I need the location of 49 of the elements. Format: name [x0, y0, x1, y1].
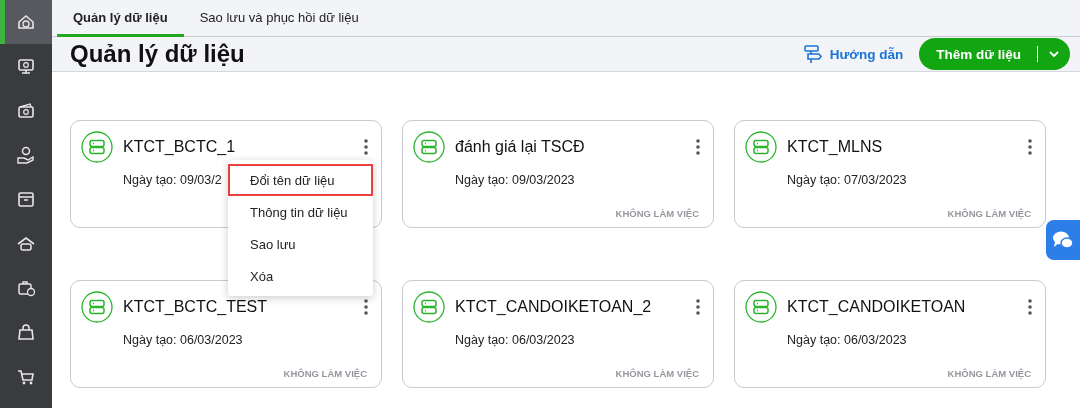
wallet-icon	[16, 100, 36, 121]
data-name: KTCT_MLNS	[787, 138, 884, 156]
created-date: Ngày tạo: 09/03/2023	[455, 173, 575, 187]
bag-icon	[16, 322, 36, 343]
monitor-icon	[16, 56, 36, 77]
menu-item[interactable]: Đổi tên dữ liệu	[228, 164, 373, 196]
data-name: KTCT_BCTC_1	[123, 138, 237, 156]
status-label: KHÔNG LÀM VIỆC	[947, 208, 1031, 219]
menu-item[interactable]: Sao lưu	[228, 228, 373, 260]
database-icon	[413, 291, 445, 323]
data-card[interactable]: KTCT_CANDOIKETOAN Ngày tạo: 06/03/2023 KHÔNG LÀM VIỆC	[734, 280, 1046, 388]
data-card[interactable]: đánh giá lại TSCĐ Ngày tạo: 09/03/2023 KHÔNG LÀM VIỆC	[402, 120, 714, 228]
data-name: KTCT_BCTC_TEST	[123, 298, 268, 316]
status-label: KHÔNG LÀM VIỆC	[615, 368, 699, 379]
more-icon[interactable]	[363, 138, 369, 156]
guide-link[interactable]: Hướng dẫn	[829, 46, 904, 62]
database-icon	[81, 291, 113, 323]
chat-button[interactable]	[1046, 220, 1080, 260]
more-icon[interactable]	[1027, 138, 1033, 156]
data-name: đánh giá lại TSCĐ	[455, 138, 586, 156]
more-icon[interactable]	[695, 138, 701, 156]
chat-icon	[1051, 229, 1075, 251]
data-name: KTCT_CANDOIKETOAN	[787, 298, 967, 316]
status-label: KHÔNG LÀM VIỆC	[283, 368, 367, 379]
more-icon[interactable]	[363, 298, 369, 316]
archive-icon	[16, 189, 36, 210]
chevron-down-icon	[1048, 48, 1060, 60]
tab[interactable]: Sao lưu và phục hồi dữ liệu	[183, 0, 375, 37]
status-label: KHÔNG LÀM VIỆC	[947, 368, 1031, 379]
created-date: Ngày tạo: 06/03/2023	[787, 333, 907, 347]
signpost-icon	[801, 43, 824, 65]
created-date: Ngày tạo: 07/03/2023	[787, 173, 907, 187]
database-icon	[745, 291, 777, 323]
page-title: Quản lý dữ liệu	[70, 40, 245, 68]
more-icon[interactable]	[1027, 298, 1033, 316]
menu-item[interactable]: Thông tin dữ liệu	[228, 196, 373, 228]
created-date: Ngày tạo: 06/03/2023	[455, 333, 575, 347]
database-icon	[413, 131, 445, 163]
database-icon	[745, 131, 777, 163]
data-card[interactable]: KTCT_CANDOIKETOAN_2 Ngày tạo: 06/03/2023 KHÔNG LÀM VIỆC	[402, 280, 714, 388]
created-date: Ngày tạo: 06/03/2023	[123, 333, 243, 347]
created-date: Ngày tạo: 09/03/2	[123, 173, 222, 187]
status-label: KHÔNG LÀM VIỆC	[615, 208, 699, 219]
data-card[interactable]: KTCT_MLNS Ngày tạo: 07/03/2023 KHÔNG LÀM VIỆC	[734, 120, 1046, 228]
sidebar-item[interactable]	[0, 0, 52, 45]
database-icon	[81, 131, 113, 163]
more-icon[interactable]	[695, 298, 701, 316]
data-name: KTCT_CANDOIKETOAN_2	[455, 298, 653, 316]
hand-coin-icon	[16, 145, 36, 166]
